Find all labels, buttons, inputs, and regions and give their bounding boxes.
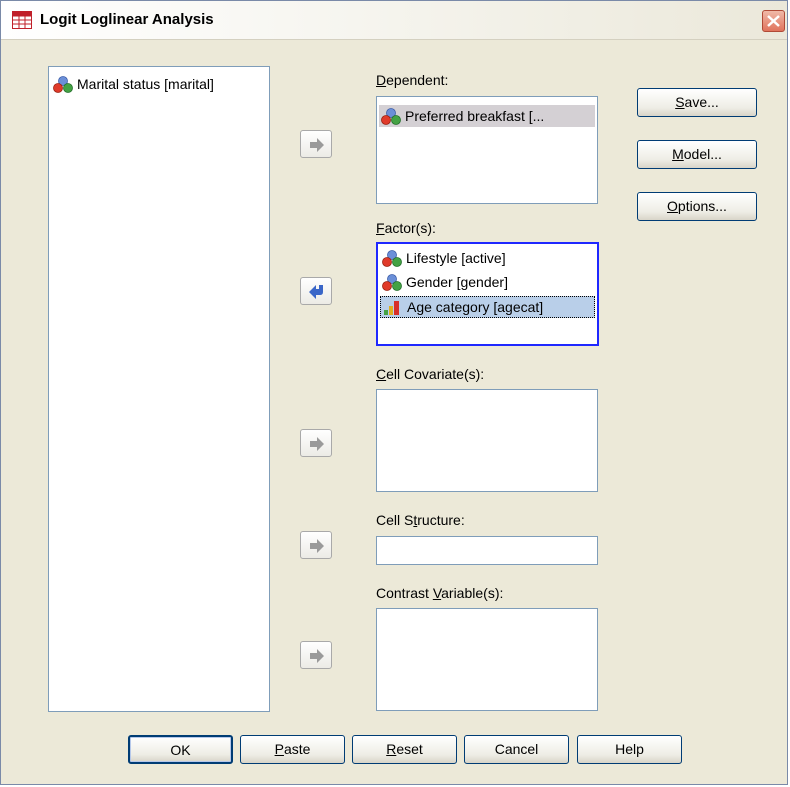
list-item[interactable]: Gender [gender] (380, 271, 595, 293)
source-variable-list[interactable]: Marital status [marital] (48, 66, 270, 712)
list-item-label: Preferred breakfast [... (405, 108, 545, 124)
list-item-label: Gender [gender] (406, 274, 508, 290)
arrow-right-icon (310, 649, 324, 663)
ordinal-variable-icon (384, 301, 399, 315)
dependent-list[interactable]: Preferred breakfast [... (376, 96, 598, 204)
save-button[interactable]: Save... (637, 88, 757, 117)
close-button[interactable] (762, 10, 785, 32)
factors-label: Factor(s): (376, 220, 436, 236)
options-button[interactable]: Options... (637, 192, 757, 221)
dependent-label: Dependent: (376, 72, 449, 88)
move-to-dependent-button[interactable] (300, 130, 332, 158)
arrow-left-icon (309, 285, 323, 299)
cell-structure-field[interactable] (376, 536, 598, 565)
paste-button[interactable]: Paste (240, 735, 345, 764)
arrow-right-icon (310, 437, 324, 451)
nominal-variable-icon (382, 274, 402, 291)
contrast-variables-label: Contrast Variable(s): (376, 585, 504, 601)
move-from-factors-button[interactable] (300, 277, 332, 305)
reset-button[interactable]: Reset (352, 735, 457, 764)
nominal-variable-icon (53, 76, 73, 93)
cancel-button[interactable]: Cancel (464, 735, 569, 764)
ok-button[interactable]: OK (128, 735, 233, 764)
cell-covariates-label: Cell Covariate(s): (376, 366, 485, 382)
factors-list[interactable]: Lifestyle [active] Gender [gender] Age c… (376, 242, 599, 346)
dialog-window: Logit Loglinear Analysis Marital status … (0, 0, 788, 785)
model-button[interactable]: Model... (637, 140, 757, 169)
list-item[interactable]: Marital status [marital] (51, 73, 265, 95)
close-icon (767, 15, 780, 27)
move-to-cell-structure-button[interactable] (300, 531, 332, 559)
arrow-right-icon (310, 138, 324, 152)
list-item-label: Lifestyle [active] (406, 250, 506, 266)
help-button[interactable]: Help (577, 735, 682, 764)
table-icon (12, 11, 32, 29)
contrast-variables-list[interactable] (376, 608, 598, 711)
list-item[interactable]: Preferred breakfast [... (379, 105, 595, 127)
window-title: Logit Loglinear Analysis (40, 11, 214, 28)
cell-structure-label: Cell Structure: (376, 512, 465, 528)
nominal-variable-icon (382, 250, 402, 267)
move-to-cell-covariates-button[interactable] (300, 429, 332, 457)
arrow-right-icon (310, 539, 324, 553)
cell-covariates-list[interactable] (376, 389, 598, 492)
title-bar[interactable]: Logit Loglinear Analysis (1, 1, 787, 40)
list-item-label: Age category [agecat] (407, 299, 544, 315)
nominal-variable-icon (381, 108, 401, 125)
list-item-label: Marital status [marital] (77, 76, 214, 92)
list-item[interactable]: Age category [agecat] (380, 296, 595, 318)
move-to-contrast-variables-button[interactable] (300, 641, 332, 669)
list-item[interactable]: Lifestyle [active] (380, 247, 595, 269)
